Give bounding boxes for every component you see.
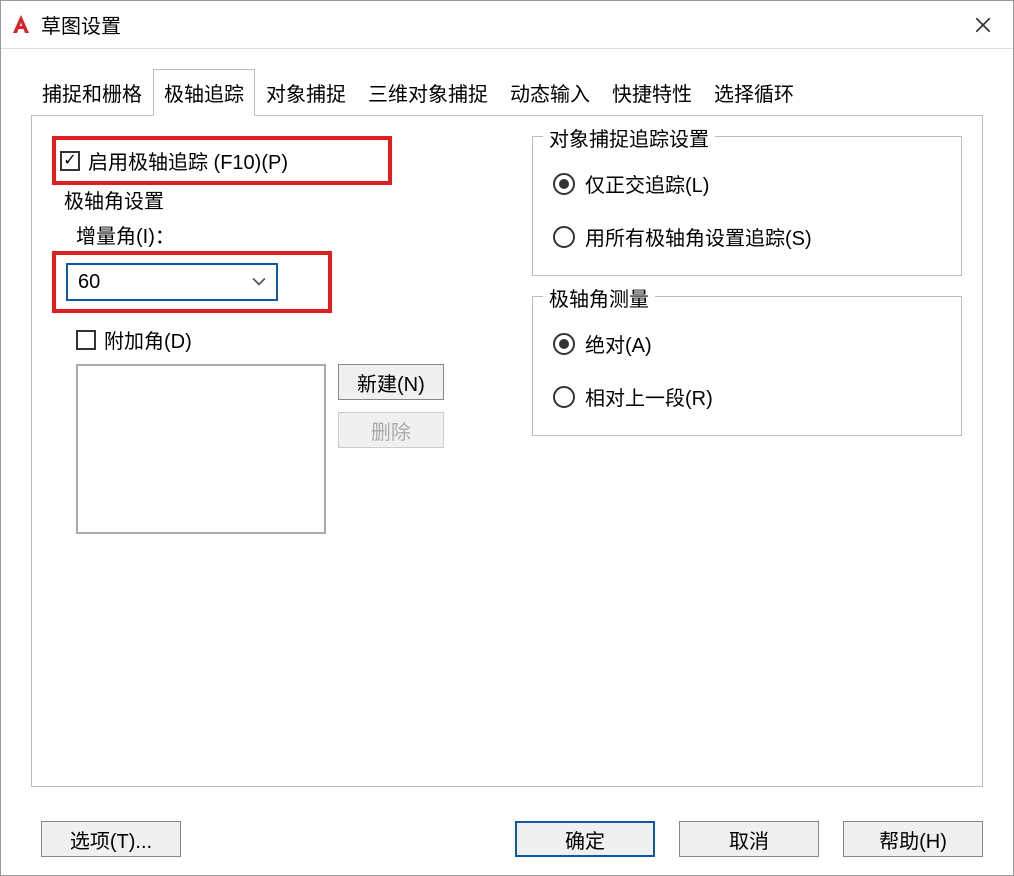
highlight-enable-polar: 启用极轴追踪 (F10)(P) [52,136,392,185]
dialog-title: 草图设置 [41,10,961,39]
tab-bar: 捕捉和栅格 极轴追踪 对象捕捉 三维对象捕捉 动态输入 快捷特性 选择循环 [31,69,983,116]
highlight-increment-combo: 60 [52,251,332,313]
options-button[interactable]: 选项(T)... [41,821,181,857]
ortho-only-label: 仅正交追踪(L) [585,169,709,198]
cancel-button[interactable]: 取消 [679,821,819,857]
tab-3d-object-snap[interactable]: 三维对象捕捉 [357,69,499,115]
list-buttons: 新建(N) 删除 [338,364,444,534]
titlebar: 草图设置 [1,1,1013,49]
ok-button[interactable]: 确定 [515,821,655,857]
angle-measure-fieldset: 极轴角测量 绝对(A) 相对上一段(R) [532,296,962,436]
all-polar-row[interactable]: 用所有极轴角设置追踪(S) [553,222,941,251]
tracking-legend: 对象捕捉追踪设置 [543,123,715,152]
dialog-body: 捕捉和栅格 极轴追踪 对象捕捉 三维对象捕捉 动态输入 快捷特性 选择循环 启用… [1,49,1013,807]
extra-angles-area: 新建(N) 删除 [76,364,492,534]
absolute-label: 绝对(A) [585,329,652,358]
tab-content: 启用极轴追踪 (F10)(P) 极轴角设置 增量角(I)： 60 [31,116,983,787]
tab-snap-grid[interactable]: 捕捉和栅格 [31,69,153,115]
increment-label: 增量角(I)： [76,220,492,249]
extra-angle-row[interactable]: 附加角(D) [76,325,492,354]
close-button[interactable] [961,3,1005,47]
relative-row[interactable]: 相对上一段(R) [553,382,941,411]
absolute-row[interactable]: 绝对(A) [553,329,941,358]
ortho-only-row[interactable]: 仅正交追踪(L) [553,169,941,198]
relative-radio[interactable] [553,386,575,408]
extra-angle-checkbox[interactable] [76,330,96,350]
help-button[interactable]: 帮助(H) [843,821,983,857]
ortho-only-radio[interactable] [553,173,575,195]
tab-quick-properties[interactable]: 快捷特性 [601,69,703,115]
chevron-down-icon [252,274,266,290]
left-column: 启用极轴追踪 (F10)(P) 极轴角设置 增量角(I)： 60 [52,136,492,766]
all-polar-radio[interactable] [553,226,575,248]
all-polar-label: 用所有极轴角设置追踪(S) [585,222,812,251]
bottom-button-row: 选项(T)... 确定 取消 帮助(H) [1,807,1013,875]
increment-combo[interactable]: 60 [66,263,278,301]
enable-polar-row[interactable]: 启用极轴追踪 (F10)(P) [60,146,378,175]
measure-legend: 极轴角测量 [543,283,655,312]
autocad-icon [9,13,33,37]
enable-polar-label: 启用极轴追踪 (F10)(P) [88,146,288,175]
relative-label: 相对上一段(R) [585,382,713,411]
tab-object-snap[interactable]: 对象捕捉 [255,69,357,115]
tab-selection-cycling[interactable]: 选择循环 [703,69,805,115]
absolute-radio[interactable] [553,333,575,355]
dialog-window: 草图设置 捕捉和栅格 极轴追踪 对象捕捉 三维对象捕捉 动态输入 快捷特性 选择… [0,0,1014,876]
new-button[interactable]: 新建(N) [338,364,444,400]
enable-polar-checkbox[interactable] [60,151,80,171]
polar-angle-group-label: 极轴角设置 [64,185,492,214]
delete-button: 删除 [338,412,444,448]
right-column: 对象捕捉追踪设置 仅正交追踪(L) 用所有极轴角设置追踪(S) 极轴角测量 绝对… [532,136,962,766]
increment-value: 60 [78,271,100,294]
tracking-settings-fieldset: 对象捕捉追踪设置 仅正交追踪(L) 用所有极轴角设置追踪(S) [532,136,962,276]
tab-dynamic-input[interactable]: 动态输入 [499,69,601,115]
extra-angle-label: 附加角(D) [104,325,192,354]
tab-polar-tracking[interactable]: 极轴追踪 [153,69,255,116]
extra-angles-listbox[interactable] [76,364,326,534]
